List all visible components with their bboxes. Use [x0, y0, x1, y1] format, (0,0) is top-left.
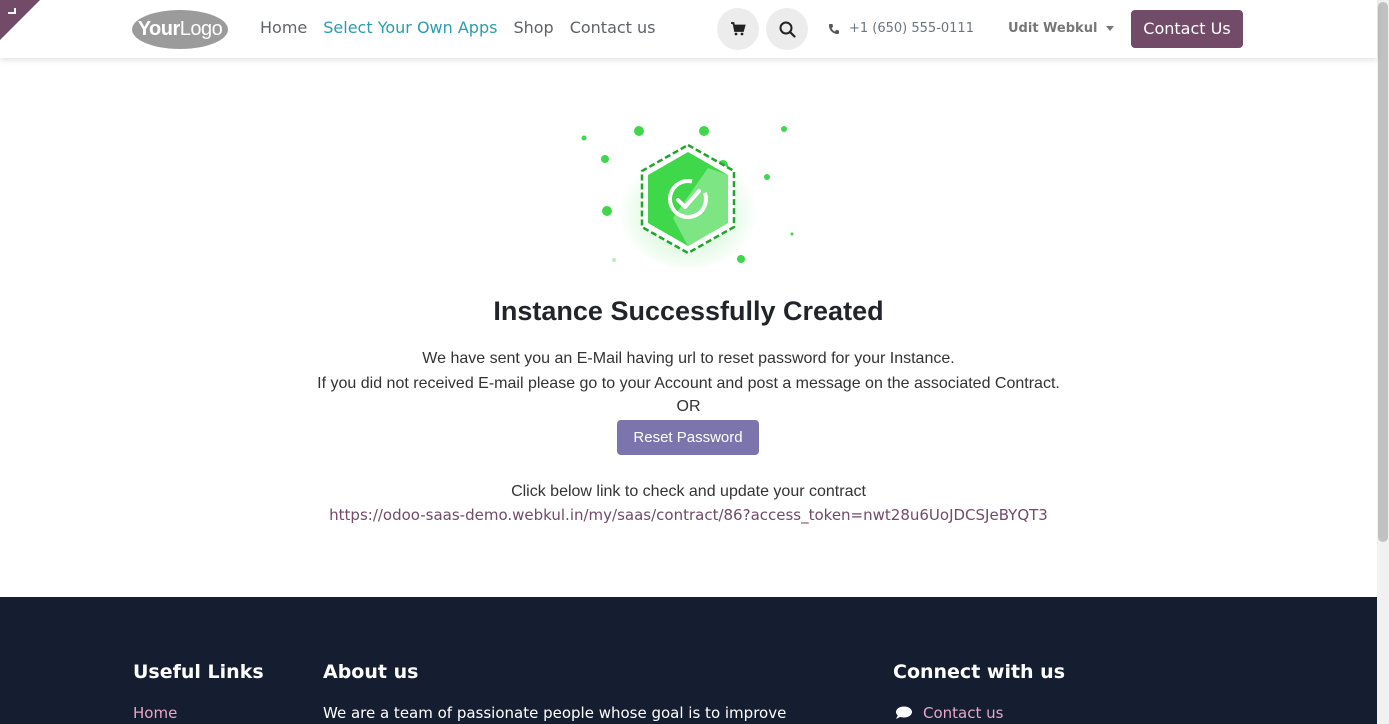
footer-contact-link[interactable]: Contact us: [895, 704, 1003, 722]
contact-us-button[interactable]: Contact Us: [1131, 10, 1243, 48]
success-check-icon: [581, 126, 794, 268]
about-heading: About us: [323, 661, 419, 683]
about-text: We are a team of passionate people whose…: [323, 704, 787, 722]
scrollbar[interactable]: [1377, 0, 1389, 724]
no-email-message: If you did not received E-mail please go…: [317, 375, 1060, 392]
cart-button[interactable]: [717, 8, 759, 50]
corner-ribbon-icon[interactable]: [0, 0, 40, 40]
page-title: Instance Successfully Created: [493, 296, 884, 326]
useful-links-heading: Useful Links: [133, 661, 264, 683]
footer-link-home[interactable]: Home: [133, 704, 177, 722]
search-button[interactable]: [766, 8, 808, 50]
nav-item-contact[interactable]: Contact us: [570, 18, 656, 37]
nav-item-home[interactable]: Home: [260, 18, 307, 37]
search-icon: [779, 21, 796, 38]
or-separator: OR: [676, 398, 701, 415]
reset-password-button[interactable]: Reset Password: [617, 420, 759, 455]
user-name: Udit Webkul: [1008, 21, 1098, 36]
footer-contact-label: Contact us: [923, 704, 1004, 722]
comment-icon: [896, 706, 912, 719]
connect-heading: Connect with us: [893, 661, 1066, 683]
scrollbar-thumb[interactable]: [1378, 2, 1388, 542]
email-sent-message: We have sent you an E-Mail having url to…: [422, 350, 955, 367]
nav-item-shop[interactable]: Shop: [513, 18, 553, 37]
chevron-down-icon: [1106, 26, 1115, 31]
top-navbar: YourLogo Home Select Your Own Apps Shop …: [0, 0, 1377, 58]
main-nav: Home Select Your Own Apps Shop Contact u…: [260, 18, 656, 37]
phone-icon: [829, 23, 839, 34]
check-contract-text: Click below link to check and update you…: [511, 483, 866, 500]
contract-link[interactable]: https://odoo-saas-demo.webkul.in/my/saas…: [0, 506, 1377, 524]
phone-number: +1 (650) 555-0111: [849, 21, 974, 36]
nav-item-select-apps[interactable]: Select Your Own Apps: [323, 18, 497, 37]
footer: Useful Links Home About us We are a team…: [0, 597, 1377, 724]
phone-contact[interactable]: +1 (650) 555-0111: [828, 21, 974, 36]
logo[interactable]: YourLogo: [132, 10, 228, 49]
user-menu[interactable]: Udit Webkul: [1008, 21, 1115, 36]
cart-icon: [731, 22, 746, 36]
